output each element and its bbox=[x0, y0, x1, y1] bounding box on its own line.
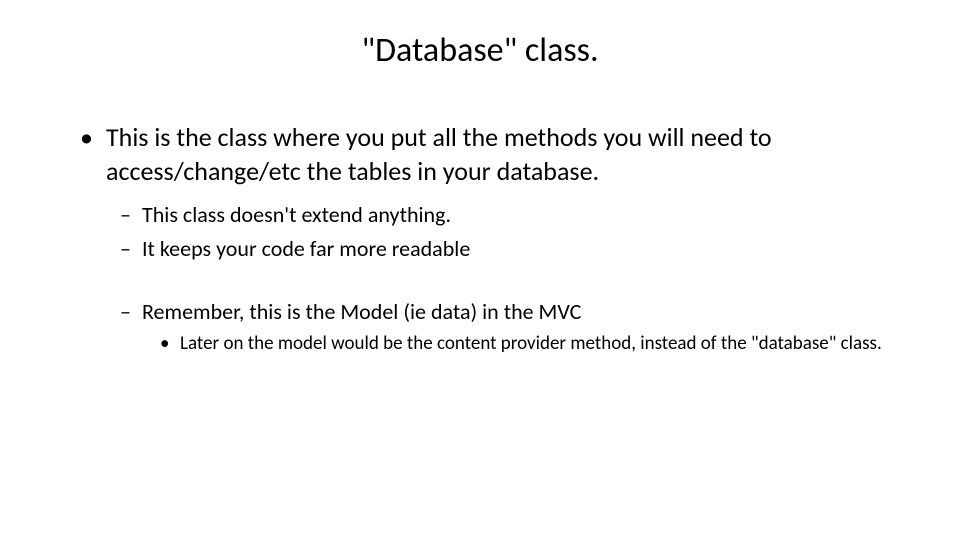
bullet-sub-1: This class doesn't extend anything. bbox=[120, 201, 900, 230]
bullet-subsub-1: Later on the model would be the content … bbox=[160, 332, 900, 357]
bullet-main: This is the class where you put all the … bbox=[80, 121, 900, 189]
spacer bbox=[60, 270, 900, 298]
bullet-sub-3: Remember, this is the Model (ie data) in… bbox=[120, 298, 900, 327]
bullet-sub-2: It keeps your code far more readable bbox=[120, 235, 900, 264]
slide-title: "Database" class. bbox=[60, 30, 900, 71]
